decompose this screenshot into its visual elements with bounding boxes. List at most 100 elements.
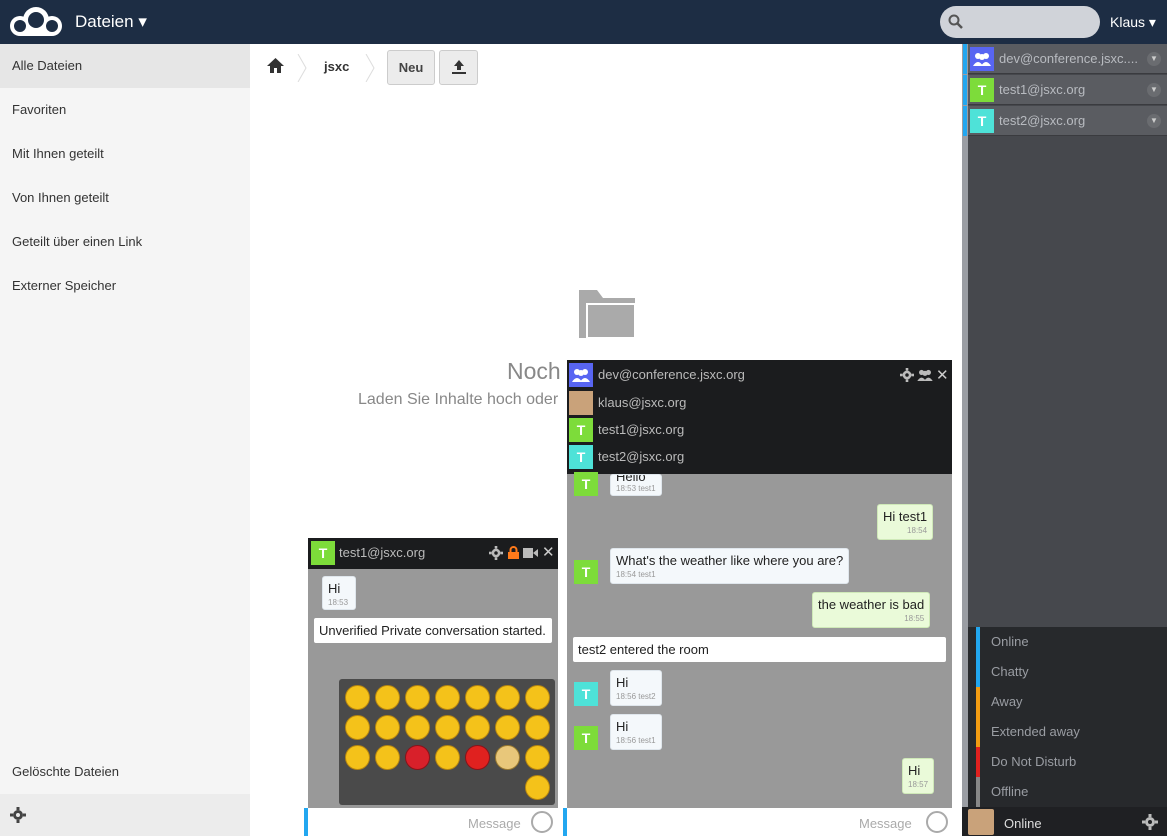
breadcrumb-folder[interactable]: jsxc bbox=[324, 59, 349, 74]
emoji-angel[interactable] bbox=[525, 685, 550, 710]
settings-bar[interactable] bbox=[0, 794, 250, 836]
sidebar-item-favorites[interactable]: Favoriten bbox=[0, 88, 250, 132]
members-icon[interactable] bbox=[917, 369, 933, 381]
app-menu[interactable]: Dateien ▾ bbox=[75, 12, 147, 32]
emoji-sad[interactable] bbox=[405, 685, 430, 710]
emoji-surprised[interactable] bbox=[525, 715, 550, 740]
roster-item-name: test2@jsxc.org bbox=[999, 113, 1086, 128]
roster-item-name: test1@jsxc.org bbox=[999, 82, 1086, 97]
emoji-beer[interactable] bbox=[495, 745, 520, 770]
chat-message: Hello 18:53 test1 bbox=[610, 474, 662, 496]
chat-message-input[interactable]: Message bbox=[563, 808, 952, 836]
sidebar-item-deleted-files[interactable]: Gelöschte Dateien bbox=[0, 750, 250, 794]
presence-indicator bbox=[963, 44, 967, 74]
user-avatar: T bbox=[574, 560, 598, 584]
gear-icon[interactable] bbox=[900, 368, 914, 382]
sidebar-item-external-storage[interactable]: Externer Speicher bbox=[0, 264, 250, 308]
user-avatar: T bbox=[970, 78, 994, 102]
gear-icon[interactable] bbox=[10, 807, 26, 823]
roster-item-test2[interactable]: T test2@jsxc.org ▼ bbox=[963, 106, 1167, 136]
empty-state-subtitle: Laden Sie Inhalte hoch oder bbox=[358, 391, 559, 408]
chevron-down-icon[interactable]: ▼ bbox=[1147, 114, 1161, 128]
search-input[interactable] bbox=[940, 6, 1100, 38]
user-menu[interactable]: Klaus ▾ bbox=[1110, 14, 1156, 31]
status-option-offline[interactable]: Offline bbox=[976, 777, 1167, 807]
chat-title: test1@jsxc.org bbox=[339, 545, 426, 560]
presence-indicator bbox=[963, 106, 967, 136]
status-option-online[interactable]: Online bbox=[976, 627, 1167, 657]
roster-item-test1[interactable]: T test1@jsxc.org ▼ bbox=[963, 75, 1167, 105]
chat-message: Hi 18:57 bbox=[902, 758, 935, 794]
chat-message: Hi 18:56 test1 bbox=[610, 714, 662, 750]
user-avatar: T bbox=[569, 445, 593, 469]
member-klaus[interactable]: klaus@jsxc.org bbox=[598, 395, 686, 410]
chat-message: Hi 18:56 test2 bbox=[610, 670, 662, 706]
owncloud-logo[interactable] bbox=[6, 6, 66, 38]
system-message: test2 entered the room bbox=[573, 637, 946, 662]
emoji-love[interactable] bbox=[345, 745, 370, 770]
emoji-grin[interactable] bbox=[435, 685, 460, 710]
emoji-star-eyes[interactable] bbox=[435, 745, 460, 770]
member-test2[interactable]: test2@jsxc.org bbox=[598, 449, 684, 464]
video-icon[interactable] bbox=[523, 548, 538, 558]
emoji-icon[interactable] bbox=[531, 811, 553, 833]
sidebar-item-all-files[interactable]: Alle Dateien bbox=[0, 44, 250, 88]
chat-message: the weather is bad 18:55 bbox=[812, 592, 931, 628]
emoji-thumbs-down[interactable] bbox=[525, 745, 550, 770]
close-icon[interactable]: ✕ bbox=[936, 366, 949, 384]
user-avatar: T bbox=[970, 109, 994, 133]
sidebar-item-shared-link[interactable]: Geteilt über einen Link bbox=[0, 220, 250, 264]
emoji-quiet[interactable] bbox=[375, 745, 400, 770]
emoji-teeth[interactable] bbox=[375, 715, 400, 740]
close-icon[interactable]: ✕ bbox=[542, 543, 555, 561]
chat-message-input[interactable]: Message bbox=[304, 808, 558, 836]
breadcrumb bbox=[250, 44, 962, 90]
chevron-down-icon[interactable]: ▼ bbox=[1147, 52, 1161, 66]
emoji-sleepy[interactable] bbox=[525, 775, 550, 800]
folder-icon bbox=[579, 290, 635, 338]
emoji-happy[interactable] bbox=[465, 685, 490, 710]
chat-message: Hi test1 18:54 bbox=[877, 504, 934, 540]
user-avatar: T bbox=[574, 472, 598, 496]
chat-title: dev@conference.jsxc.org bbox=[598, 367, 745, 382]
current-status[interactable]: Online bbox=[1004, 816, 1042, 831]
chevron-down-icon[interactable]: ▼ bbox=[1147, 83, 1161, 97]
sidebar-item-shared-by-you[interactable]: Von Ihnen geteilt bbox=[0, 176, 250, 220]
member-test1[interactable]: test1@jsxc.org bbox=[598, 422, 684, 437]
group-avatar-icon bbox=[970, 47, 994, 71]
roster-item-dev-conference[interactable]: dev@conference.jsxc.... ▼ bbox=[963, 44, 1167, 74]
chat-message: Hi 18:53 bbox=[322, 576, 356, 610]
user-avatar: T bbox=[574, 682, 598, 706]
emoji-devil[interactable] bbox=[465, 745, 490, 770]
status-option-away[interactable]: Away bbox=[976, 687, 1167, 717]
emoji-rose[interactable] bbox=[405, 745, 430, 770]
emoji-smile[interactable] bbox=[345, 685, 370, 710]
empty-state-title: Noch bbox=[507, 358, 561, 384]
search-icon bbox=[948, 14, 963, 29]
new-button[interactable]: Neu bbox=[387, 50, 435, 85]
upload-icon bbox=[451, 60, 466, 74]
home-icon[interactable] bbox=[267, 58, 284, 73]
gear-icon[interactable] bbox=[489, 546, 503, 560]
avatar bbox=[569, 391, 593, 415]
emoji-cool[interactable] bbox=[465, 715, 490, 740]
sidebar-item-shared-with-you[interactable]: Mit Ihnen geteilt bbox=[0, 132, 250, 176]
upload-button[interactable] bbox=[439, 50, 478, 85]
emoji-icon[interactable] bbox=[926, 811, 948, 833]
roster-item-name: dev@conference.jsxc.... bbox=[999, 51, 1138, 66]
group-avatar-icon bbox=[569, 363, 593, 387]
emoji-blush[interactable] bbox=[495, 715, 520, 740]
status-option-chatty[interactable]: Chatty bbox=[976, 657, 1167, 687]
emoji-confused[interactable] bbox=[405, 715, 430, 740]
status-option-extended-away[interactable]: Extended away bbox=[976, 717, 1167, 747]
emoji-thumbs-up[interactable] bbox=[345, 715, 370, 740]
user-avatar: T bbox=[574, 726, 598, 750]
lock-icon[interactable] bbox=[508, 546, 519, 559]
emoji-angry[interactable] bbox=[495, 685, 520, 710]
avatar bbox=[968, 809, 994, 835]
status-option-dnd[interactable]: Do Not Disturb bbox=[976, 747, 1167, 777]
gear-icon[interactable] bbox=[1142, 814, 1158, 830]
emoji-cry[interactable] bbox=[435, 715, 460, 740]
chat-message: What's the weather like where you are? 18… bbox=[610, 548, 850, 584]
emoji-wink[interactable] bbox=[375, 685, 400, 710]
